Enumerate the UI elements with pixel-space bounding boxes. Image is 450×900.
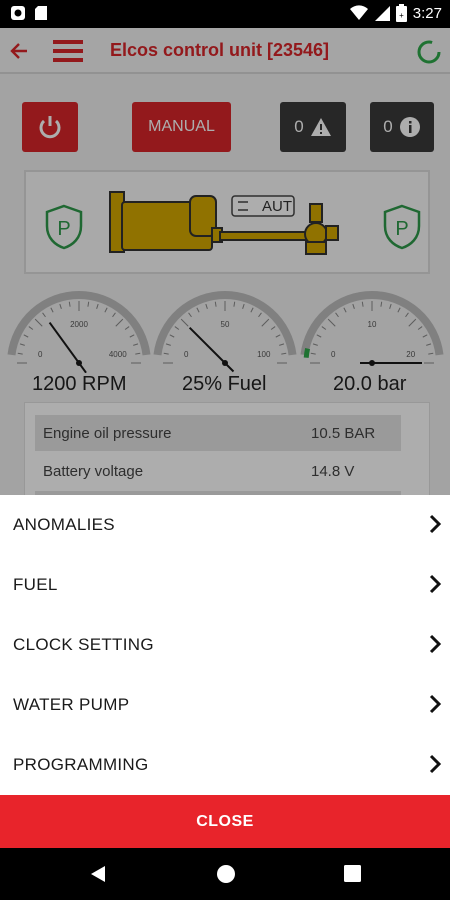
bottom-sheet-menu: ANOMALIES FUEL CLOCK SETTING WATER PUMP … xyxy=(0,495,450,795)
menu-item-label: ANOMALIES xyxy=(13,515,115,534)
chevron-right-icon xyxy=(429,694,442,714)
chevron-right-icon xyxy=(429,514,442,534)
menu-item-water-pump[interactable]: WATER PUMP xyxy=(0,675,450,735)
chevron-right-icon xyxy=(429,754,442,774)
menu-item-anomalies[interactable]: ANOMALIES xyxy=(0,495,450,555)
menu-item-label: PROGRAMMING xyxy=(13,755,149,774)
menu-item-clock-setting[interactable]: CLOCK SETTING xyxy=(0,615,450,675)
menu-item-label: FUEL xyxy=(13,575,58,594)
recents-nav-icon[interactable] xyxy=(344,865,361,882)
status-time: 3:27 xyxy=(412,4,442,22)
menu-item-label: WATER PUMP xyxy=(13,695,130,714)
close-button[interactable]: CLOSE xyxy=(0,795,450,848)
chevron-right-icon xyxy=(429,574,442,594)
wifi-icon xyxy=(349,5,368,21)
back-nav-icon[interactable] xyxy=(89,865,107,883)
close-label: CLOSE xyxy=(196,812,254,830)
menu-item-label: CLOCK SETTING xyxy=(13,635,154,654)
menu-item-programming[interactable]: PROGRAMMING xyxy=(0,735,450,795)
modal-scrim[interactable] xyxy=(0,28,450,495)
status-bar: + 3:27 xyxy=(0,0,450,28)
chevron-right-icon xyxy=(429,634,442,654)
sd-card-icon xyxy=(35,6,47,20)
battery-icon: + xyxy=(395,4,407,22)
system-nav-bar xyxy=(0,848,450,900)
svg-text:+: + xyxy=(399,11,404,20)
menu-item-fuel[interactable]: FUEL xyxy=(0,555,450,615)
home-nav-icon[interactable] xyxy=(216,864,236,884)
notification-app-icon xyxy=(11,6,25,20)
signal-icon xyxy=(374,6,390,21)
